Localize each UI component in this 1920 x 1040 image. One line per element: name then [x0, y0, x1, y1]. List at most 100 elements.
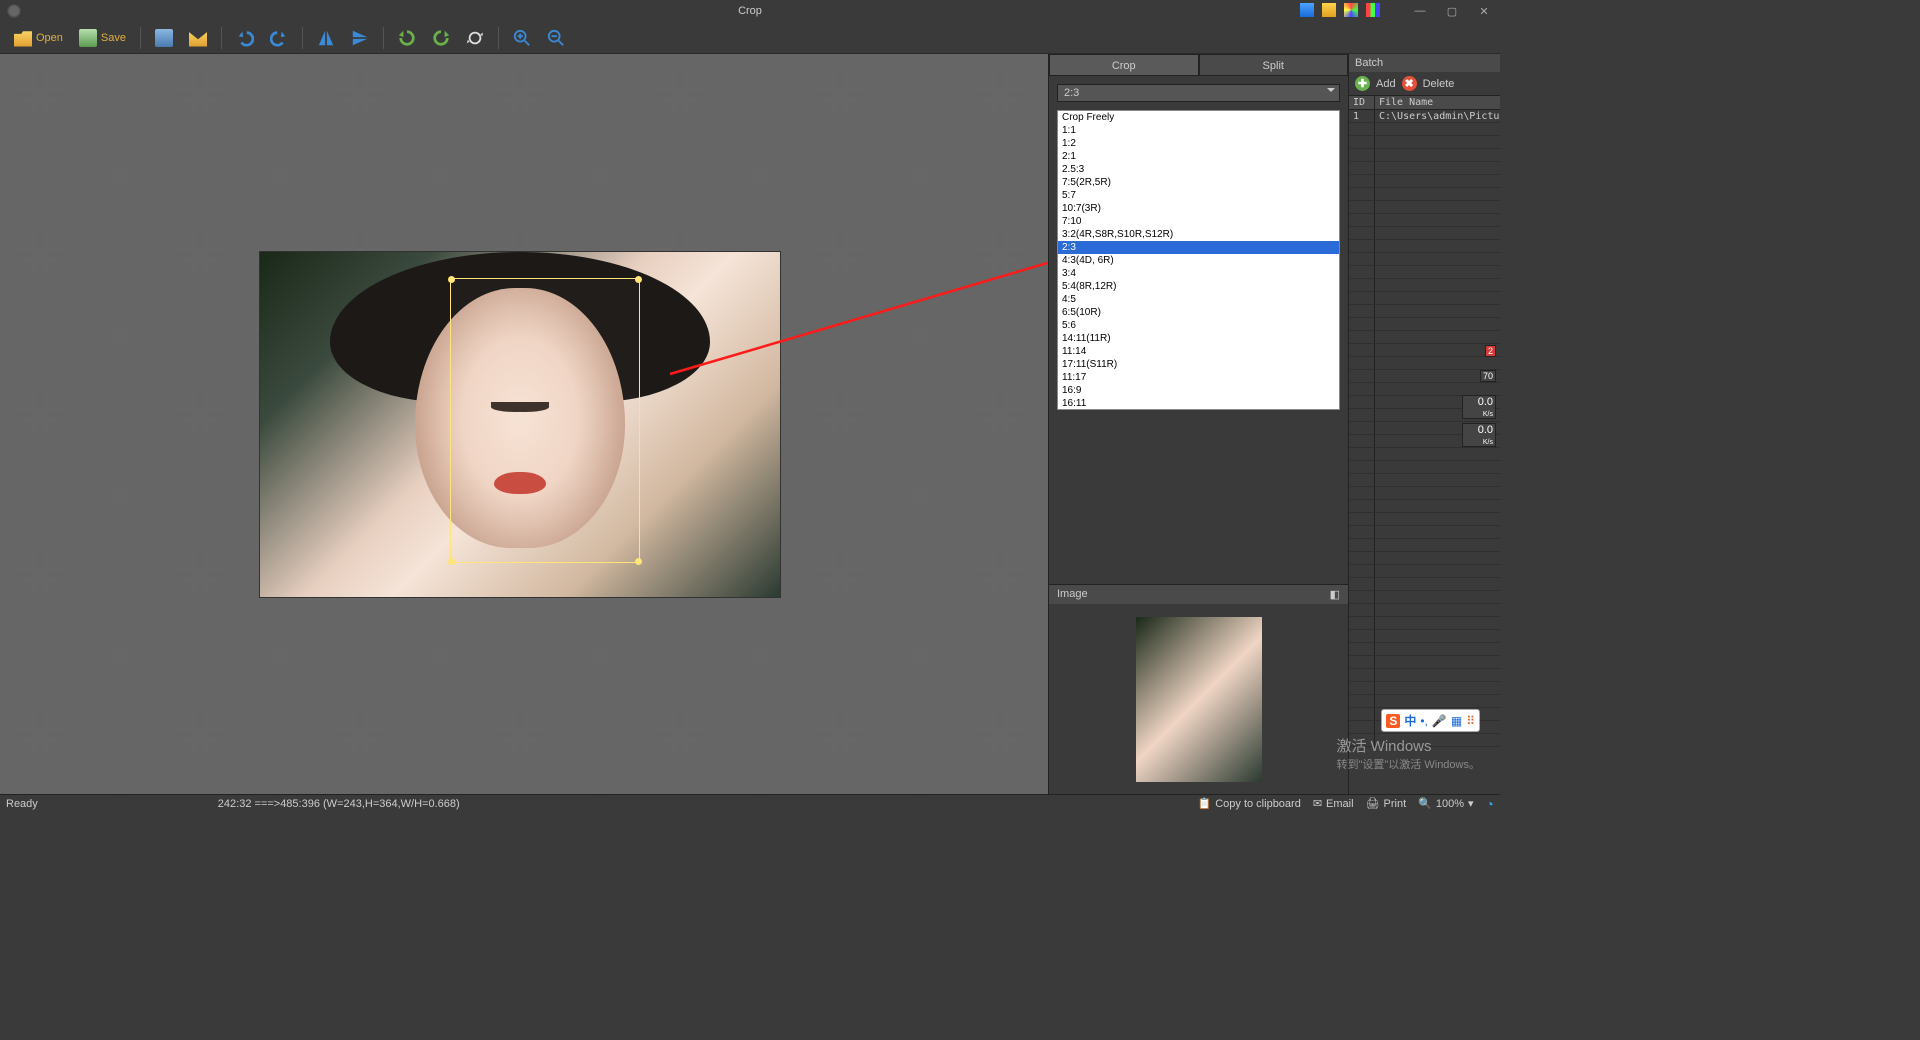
ime-punct-icon[interactable]: •,	[1420, 714, 1428, 728]
crop-handle-bl[interactable]	[448, 558, 455, 565]
batch-file-table[interactable]: ID File Name 1C:\Users\admin\Picture... …	[1349, 95, 1500, 794]
table-row-empty	[1349, 279, 1500, 292]
quick-icon-4[interactable]	[1366, 3, 1380, 17]
table-row-empty	[1349, 539, 1500, 552]
ratio-option[interactable]: 11:17	[1058, 371, 1339, 384]
open-button[interactable]: Open	[8, 27, 69, 49]
minimize-button[interactable]: —	[1404, 0, 1436, 22]
undo-icon	[236, 29, 254, 47]
ime-lang[interactable]: 中	[1404, 712, 1416, 729]
ratio-option-list[interactable]: Crop Freely1:11:22:12.5:37:5(2R,5R)5:710…	[1057, 110, 1340, 410]
table-row-empty	[1349, 214, 1500, 227]
zoom-out-button[interactable]	[541, 27, 571, 49]
save-button[interactable]: Save	[73, 27, 132, 49]
printer-icon	[155, 29, 173, 47]
main-toolbar: Open Save	[0, 22, 1500, 54]
delete-button[interactable]: Delete	[1423, 78, 1455, 90]
table-row-empty	[1349, 591, 1500, 604]
ime-keyboard-icon[interactable]: ▦	[1451, 714, 1462, 728]
status-copy-button[interactable]: 📋 Copy to clipboard	[1198, 797, 1301, 810]
ratio-option[interactable]: Crop Freely	[1058, 111, 1339, 124]
rotate-left-button[interactable]	[392, 27, 422, 49]
email-toolbar-button[interactable]	[183, 27, 213, 49]
tab-crop[interactable]: Crop	[1049, 54, 1199, 76]
status-print-button[interactable]: 🖨 Print	[1366, 797, 1407, 810]
quick-icon-1[interactable]	[1300, 3, 1314, 17]
close-button[interactable]: ✕	[1468, 0, 1500, 22]
flip-v-button[interactable]	[345, 27, 375, 49]
ratio-option[interactable]: 5:4(8R,12R)	[1058, 280, 1339, 293]
ratio-option[interactable]: 17:11(S11R)	[1058, 358, 1339, 371]
ratio-option[interactable]: 7:5(2R,5R)	[1058, 176, 1339, 189]
ratio-dropdown[interactable]: 2:3	[1057, 84, 1340, 102]
table-row-empty	[1349, 630, 1500, 643]
table-row-empty	[1349, 123, 1500, 136]
maximize-button[interactable]: ▢	[1436, 0, 1468, 22]
undo-button[interactable]	[230, 27, 260, 49]
canvas-area[interactable]	[0, 54, 1048, 794]
chevron-down-icon	[1327, 88, 1335, 96]
table-row-empty	[1349, 292, 1500, 305]
ratio-option[interactable]: 16:11	[1058, 397, 1339, 410]
col-filename: File Name	[1375, 96, 1500, 109]
table-row-empty	[1349, 253, 1500, 266]
table-row-empty	[1349, 136, 1500, 149]
print-toolbar-button[interactable]	[149, 27, 179, 49]
status-zoom[interactable]: 🔍 100% ▾	[1418, 797, 1473, 810]
rotate-free-button[interactable]	[460, 27, 490, 49]
table-row-empty	[1349, 448, 1500, 461]
add-icon: ✚	[1355, 76, 1370, 91]
ratio-option[interactable]: 3:2(4R,S8R,S10R,S12R)	[1058, 228, 1339, 241]
flip-h-button[interactable]	[311, 27, 341, 49]
tab-split[interactable]: Split	[1199, 54, 1349, 76]
quick-icon-2[interactable]	[1322, 3, 1336, 17]
ime-mic-icon[interactable]: 🎤	[1432, 714, 1447, 728]
ratio-option[interactable]: 7:10	[1058, 215, 1339, 228]
redo-button[interactable]	[264, 27, 294, 49]
crop-handle-tr[interactable]	[635, 276, 642, 283]
magnifier-icon: 🔍	[1418, 797, 1432, 810]
crop-handle-tl[interactable]	[448, 276, 455, 283]
ime-toolbar[interactable]: S 中 •, 🎤 ▦ ⠿	[1381, 709, 1480, 732]
ratio-option[interactable]: 5:7	[1058, 189, 1339, 202]
crop-handle-br[interactable]	[635, 558, 642, 565]
rotate-free-icon	[466, 29, 484, 47]
ratio-option[interactable]: 11:14	[1058, 345, 1339, 358]
flip-horizontal-icon	[317, 29, 335, 47]
ratio-option[interactable]: 5:6	[1058, 319, 1339, 332]
table-row-empty	[1349, 266, 1500, 279]
quick-icon-3[interactable]	[1344, 3, 1358, 17]
ratio-option[interactable]: 16:9	[1058, 384, 1339, 397]
ratio-option[interactable]: 4:3(4D, 6R)	[1058, 254, 1339, 267]
table-row-empty	[1349, 617, 1500, 630]
ratio-option[interactable]: 10:7(3R)	[1058, 202, 1339, 215]
zoom-in-button[interactable]	[507, 27, 537, 49]
rotate-right-button[interactable]	[426, 27, 456, 49]
preview-panel-title: Image	[1057, 588, 1088, 601]
status-logo-icon: ◔	[1486, 796, 1494, 812]
table-row-empty	[1349, 643, 1500, 656]
ratio-option[interactable]: 4:5	[1058, 293, 1339, 306]
side-stat-2: 0.0K/s	[1462, 423, 1496, 447]
status-email-button[interactable]: ✉ Email	[1313, 797, 1354, 810]
table-row[interactable]: 1C:\Users\admin\Picture...	[1349, 110, 1500, 123]
windows-activation-watermark: 激活 Windows 转到"设置"以激活 Windows。	[1337, 735, 1481, 772]
ratio-option[interactable]: 2:3	[1058, 241, 1339, 254]
table-row-empty	[1349, 305, 1500, 318]
window-title: Crop	[738, 5, 762, 17]
ratio-option[interactable]: 2.5:3	[1058, 163, 1339, 176]
preview-image	[1049, 604, 1348, 794]
ratio-option[interactable]: 14:11(11R)	[1058, 332, 1339, 345]
status-coords: 242:32 ===>485:396 (W=243,H=364,W/H=0.66…	[218, 798, 460, 810]
ratio-option[interactable]: 3:4	[1058, 267, 1339, 280]
ratio-option[interactable]: 1:1	[1058, 124, 1339, 137]
ratio-option[interactable]: 1:2	[1058, 137, 1339, 150]
crop-selection[interactable]	[450, 278, 640, 563]
panel-pin-icon[interactable]: ◧	[1330, 588, 1340, 601]
ratio-option[interactable]: 2:1	[1058, 150, 1339, 163]
delete-icon: ✖	[1402, 76, 1417, 91]
ratio-option[interactable]: 6:5(10R)	[1058, 306, 1339, 319]
ime-more-icon[interactable]: ⠿	[1466, 714, 1475, 728]
preview-panel: Image ◧	[1049, 584, 1348, 794]
add-button[interactable]: Add	[1376, 78, 1396, 90]
